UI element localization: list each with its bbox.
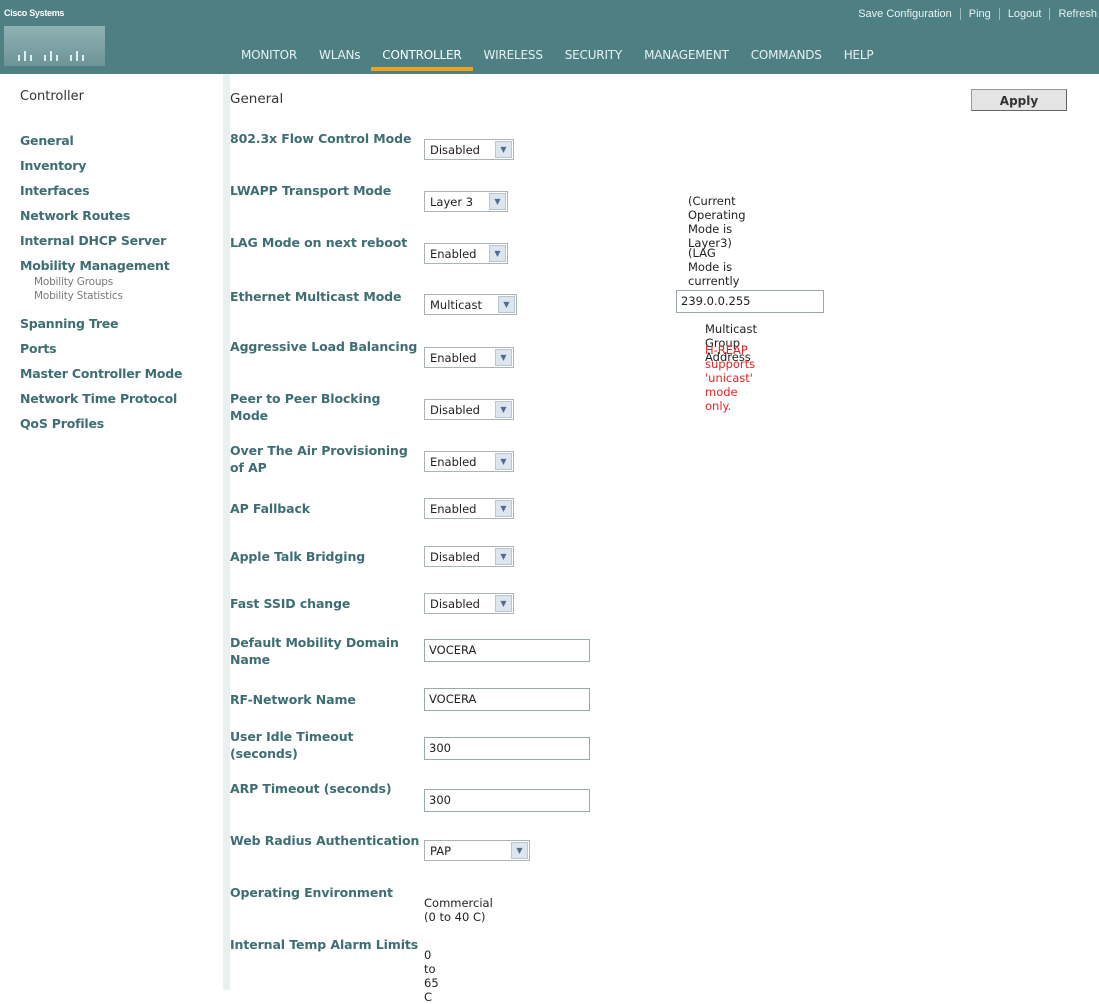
ota-provisioning-select[interactable]: Enabled ▼ <box>424 451 514 472</box>
ap-fallback-select[interactable]: Enabled ▼ <box>424 498 514 519</box>
arp-timeout-input[interactable]: 300 <box>424 789 590 812</box>
nav-security[interactable]: SECURITY <box>554 44 633 71</box>
cisco-logo <box>4 26 105 66</box>
apple-talk-select[interactable]: Disabled ▼ <box>424 546 514 567</box>
nav-controller[interactable]: CONTROLLER <box>371 44 473 71</box>
sidebar-item-spanning-tree[interactable]: Spanning Tree <box>20 315 182 340</box>
ap-fallback-value: Enabled <box>430 501 477 516</box>
nav-wlans[interactable]: WLANs <box>308 44 371 71</box>
sidebar-subitem-mobility-statistics[interactable]: Mobility Statistics <box>20 289 182 303</box>
sidebar-item-qos-profiles[interactable]: QoS Profiles <box>20 415 182 440</box>
apple-talk-label: Apple Talk Bridging <box>230 549 366 564</box>
temp-alarm-label: Internal Temp Alarm Limits <box>230 937 419 952</box>
ethernet-multicast-value: Multicast <box>430 297 482 312</box>
ap-fallback-label: AP Fallback <box>230 501 311 516</box>
main-nav: MONITOR WLANs CONTROLLER WIRELESS SECURI… <box>230 44 884 71</box>
chevron-down-icon: ▼ <box>495 595 512 612</box>
sidebar-item-network-routes[interactable]: Network Routes <box>20 207 182 232</box>
p2p-blocking-select[interactable]: Disabled ▼ <box>424 399 514 420</box>
ethernet-multicast-label: Ethernet Multicast Mode <box>230 289 402 304</box>
chevron-down-icon: ▼ <box>495 453 512 470</box>
aggressive-lb-select[interactable]: Enabled ▼ <box>424 347 514 368</box>
ethernet-multicast-select[interactable]: Multicast ▼ <box>424 294 517 315</box>
rf-network-label: RF-Network Name <box>230 692 356 707</box>
p2p-blocking-value: Disabled <box>430 402 480 417</box>
ota-provisioning-value: Enabled <box>430 454 477 469</box>
rf-network-input[interactable]: VOCERA <box>424 688 590 711</box>
logout-link[interactable]: Logout <box>1000 8 1050 20</box>
nav-commands[interactable]: COMMANDS <box>740 44 833 71</box>
chevron-down-icon: ▼ <box>495 349 512 366</box>
chevron-down-icon: ▼ <box>495 500 512 517</box>
sidebar-item-general[interactable]: General <box>20 132 182 157</box>
flow-control-select[interactable]: Disabled ▼ <box>424 139 514 160</box>
lwapp-operating-mode-note: (Current Operating Mode is Layer3) <box>688 194 746 250</box>
nav-management[interactable]: MANAGEMENT <box>633 44 740 71</box>
fast-ssid-value: Disabled <box>430 596 480 611</box>
p2p-blocking-label: Peer to Peer Blocking Mode <box>230 391 381 423</box>
lwapp-transport-value: Layer 3 <box>430 194 474 209</box>
save-configuration-link[interactable]: Save Configuration <box>850 8 960 20</box>
sidebar-item-mobility-management[interactable]: Mobility Management <box>20 257 182 275</box>
hreap-unicast-warning: H-REAP supports 'unicast' mode only. <box>705 343 756 413</box>
ping-link[interactable]: Ping <box>961 8 999 20</box>
web-radius-select[interactable]: PAP ▼ <box>424 840 530 861</box>
aggressive-lb-label: Aggressive Load Balancing <box>230 339 418 354</box>
sidebar-group-mobility: Mobility Management Mobility Groups Mobi… <box>20 257 182 303</box>
operating-environment-label: Operating Environment <box>230 885 393 900</box>
apple-talk-value: Disabled <box>430 549 480 564</box>
arp-timeout-label: ARP Timeout (seconds) <box>230 781 392 796</box>
lag-mode-value: Enabled <box>430 246 477 261</box>
operating-environment-value: Commercial (0 to 40 C) <box>424 896 493 924</box>
nav-wireless[interactable]: WIRELESS <box>473 44 554 71</box>
sidebar-item-network-time-protocol[interactable]: Network Time Protocol <box>20 390 182 415</box>
sidebar-divider <box>223 74 230 990</box>
fast-ssid-select[interactable]: Disabled ▼ <box>424 593 514 614</box>
brand-name: Cisco Systems <box>4 8 65 18</box>
sidebar: Controller General Inventory Interfaces … <box>0 74 223 990</box>
lwapp-transport-select[interactable]: Layer 3 ▼ <box>424 191 508 212</box>
sidebar-title: Controller <box>20 89 84 104</box>
lag-mode-label: LAG Mode on next reboot <box>230 235 408 250</box>
temp-alarm-value: 0 to 65 C <box>424 948 439 1004</box>
nav-monitor[interactable]: MONITOR <box>230 44 308 71</box>
user-idle-timeout-label: User Idle Timeout (seconds) <box>230 729 354 761</box>
lag-mode-select[interactable]: Enabled ▼ <box>424 243 508 264</box>
fast-ssid-label: Fast SSID change <box>230 596 351 611</box>
ota-provisioning-label: Over The Air Provisioning of AP <box>230 443 408 475</box>
web-radius-value: PAP <box>430 843 452 858</box>
chevron-down-icon: ▼ <box>495 141 512 158</box>
web-radius-label: Web Radius Authentication <box>230 833 420 848</box>
chevron-down-icon: ▼ <box>489 193 506 210</box>
apply-button[interactable]: Apply <box>971 89 1067 111</box>
lwapp-transport-label: LWAPP Transport Mode <box>230 183 392 198</box>
aggressive-lb-value: Enabled <box>430 350 477 365</box>
sidebar-item-internal-dhcp-server[interactable]: Internal DHCP Server <box>20 232 182 257</box>
top-header: Cisco Systems Save Configuration Ping Lo… <box>0 0 1099 74</box>
chevron-down-icon: ▼ <box>489 245 506 262</box>
page-title: General <box>230 91 284 107</box>
chevron-down-icon: ▼ <box>495 401 512 418</box>
user-idle-timeout-input[interactable]: 300 <box>424 737 590 760</box>
refresh-link[interactable]: Refresh <box>1050 8 1099 20</box>
multicast-group-address-input[interactable]: 239.0.0.255 <box>676 290 824 313</box>
chevron-down-icon: ▼ <box>495 548 512 565</box>
sidebar-item-master-controller-mode[interactable]: Master Controller Mode <box>20 365 182 390</box>
sidebar-menu: General Inventory Interfaces Network Rou… <box>20 132 182 440</box>
sidebar-item-ports[interactable]: Ports <box>20 340 182 365</box>
main-content: General Apply 802.3x Flow Control Mode D… <box>230 74 1099 1004</box>
mobility-domain-label: Default Mobility Domain Name <box>230 635 399 667</box>
utility-links: Save Configuration Ping Logout Refresh <box>850 4 1099 24</box>
sidebar-item-inventory[interactable]: Inventory <box>20 157 182 182</box>
chevron-down-icon: ▼ <box>511 842 528 859</box>
chevron-down-icon: ▼ <box>498 296 515 313</box>
flow-control-value: Disabled <box>430 142 480 157</box>
mobility-domain-input[interactable]: VOCERA <box>424 639 590 662</box>
sidebar-item-interfaces[interactable]: Interfaces <box>20 182 182 207</box>
nav-help[interactable]: HELP <box>833 44 885 71</box>
flow-control-label: 802.3x Flow Control Mode <box>230 131 412 146</box>
sidebar-subitem-mobility-groups[interactable]: Mobility Groups <box>20 275 182 289</box>
